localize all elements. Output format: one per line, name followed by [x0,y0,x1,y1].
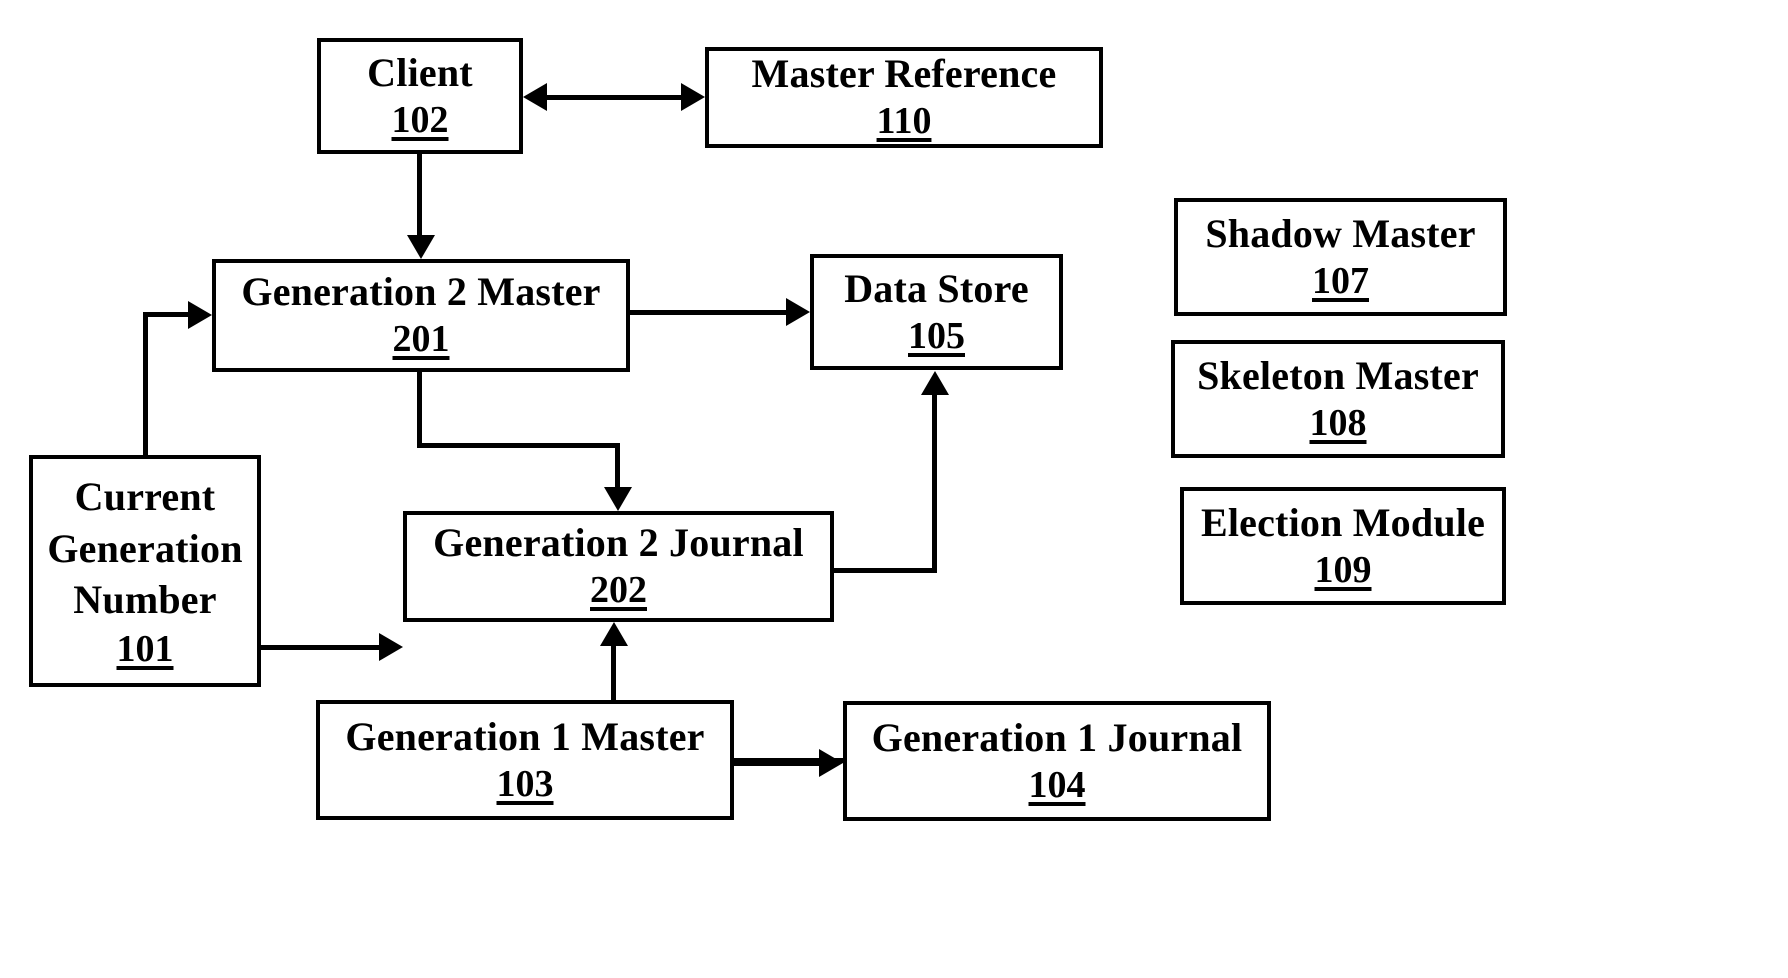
node-master-reference[interactable]: Master Reference 110 [705,47,1103,148]
connector-gen2journal-datastore-arrowhead [921,371,949,395]
node-skeleton-master-title: Skeleton Master [1197,352,1479,398]
node-generation-2-master-ref: 201 [392,318,450,360]
node-shadow-master-ref: 107 [1312,259,1369,302]
node-generation-2-journal-ref: 202 [590,569,647,611]
node-master-reference-ref: 110 [876,100,932,142]
connector-client-master-reference-arrowhead-left [523,83,547,111]
node-current-generation-number[interactable]: Current Generation Number 101 [29,455,261,687]
connector-gen1master-gen1journal-arrowhead [819,749,843,777]
node-data-store[interactable]: Data Store 105 [810,254,1063,370]
node-shadow-master-title: Shadow Master [1205,210,1476,256]
connector-client-gen2master-arrowhead [407,235,435,259]
node-generation-2-master-title: Generation 2 Master [241,269,601,315]
node-master-reference-title: Master Reference [751,51,1057,97]
node-election-module[interactable]: Election Module 109 [1180,487,1506,605]
connector-gen2journal-datastore-vseg [932,394,937,573]
connector-cgn-gen2master-hseg [143,312,191,317]
connector-gen2master-datastore-arrowhead [786,298,810,326]
node-generation-1-journal[interactable]: Generation 1 Journal 104 [843,701,1271,821]
connector-gen2master-gen2journal-vseg-b [615,443,620,489]
connector-client-gen2master-line [417,154,422,237]
connector-gen2master-gen2journal-arrowhead [604,487,632,511]
node-skeleton-master[interactable]: Skeleton Master 108 [1171,340,1505,458]
connector-cgn-gen2journal-arrowhead [379,633,403,661]
node-generation-1-master[interactable]: Generation 1 Master 103 [316,700,734,820]
diagram-canvas: Client 102 Master Reference 110 Generati… [0,0,1788,978]
node-generation-1-master-title: Generation 1 Master [345,713,705,759]
node-generation-1-journal-ref: 104 [1028,763,1086,806]
node-client-title: Client [367,49,473,95]
connector-cgn-gen2master-arrowhead [188,301,212,329]
node-shadow-master[interactable]: Shadow Master 107 [1174,198,1507,316]
node-generation-2-journal[interactable]: Generation 2 Journal 202 [403,511,834,622]
node-current-generation-number-ref: 101 [116,627,174,670]
connector-gen2journal-datastore-hseg [834,568,937,573]
node-generation-2-journal-title: Generation 2 Journal [433,520,804,566]
node-skeleton-master-ref: 108 [1309,401,1367,444]
node-client[interactable]: Client 102 [317,38,523,154]
connector-gen2master-datastore-line [630,310,788,315]
node-generation-2-master[interactable]: Generation 2 Master 201 [212,259,630,372]
connector-client-master-reference-line [545,95,683,100]
node-generation-1-master-ref: 103 [496,762,554,805]
connector-gen2master-gen2journal-vseg-a [417,372,422,446]
node-election-module-title: Election Module [1200,499,1486,545]
connector-cgn-gen2journal-line [261,645,381,650]
connector-gen2master-gen2journal-hseg [417,443,620,448]
node-client-ref: 102 [391,98,449,141]
node-data-store-title: Data Store [844,265,1029,311]
node-generation-1-journal-title: Generation 1 Journal [871,714,1243,760]
connector-client-master-reference-arrowhead-right [681,83,705,111]
node-current-generation-number-title: Current Generation Number [47,474,243,622]
connector-cgn-gen2master-vseg [143,312,148,458]
connector-gen1journal-gen2journal-arrowhead [600,622,628,646]
node-election-module-ref: 109 [1314,548,1372,591]
node-data-store-ref: 105 [908,314,965,357]
